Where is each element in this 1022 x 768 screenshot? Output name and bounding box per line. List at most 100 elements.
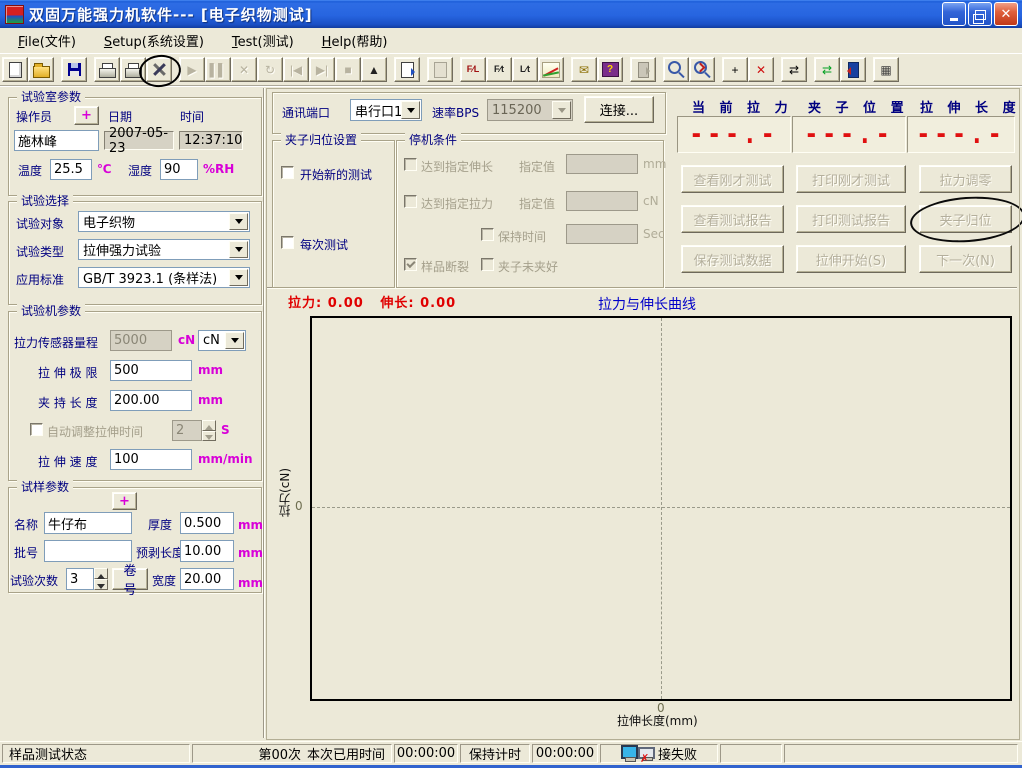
print-icon — [99, 68, 116, 78]
system-settings-button[interactable] — [146, 57, 172, 82]
sensor-unit-label: cN — [178, 333, 195, 347]
data-grid-button[interactable]: ▦ — [873, 57, 899, 82]
sample-name-label: 名称 — [14, 516, 38, 533]
transfer-button[interactable]: ⇄ — [781, 57, 807, 82]
print-preview-button[interactable] — [120, 57, 146, 82]
status-bar: 样品测试状态 第00次 本次已用时间 00:00:00 保持计时 00:00:0… — [0, 741, 1022, 765]
title-bar: 双固万能强力机软件--- [电子织物测试] ✕ — [0, 0, 1022, 28]
live-elongation-value: 伸长: 0.00 — [380, 296, 456, 311]
help-book-button[interactable]: ? — [597, 57, 623, 82]
open-file-button[interactable] — [28, 57, 54, 82]
date-label: 日期 — [108, 108, 132, 125]
humidity-input[interactable] — [160, 159, 198, 180]
exit-disabled-icon — [638, 62, 649, 78]
menu-help[interactable]: Help(帮助) — [312, 28, 398, 53]
operator-add-button[interactable]: + — [74, 106, 99, 125]
curve-force-length-button[interactable]: F∕L — [460, 57, 486, 82]
pause-test-button: ▌▌ — [205, 57, 231, 82]
stretch-speed-input[interactable] — [110, 449, 192, 470]
data-grid-icon: ▦ — [880, 64, 891, 76]
menu-setup[interactable]: Setup(系统设置) — [94, 28, 214, 53]
reset-test-button: ↻ — [257, 57, 283, 82]
test-count-label: 试验次数 — [10, 572, 58, 589]
sample-add-button[interactable]: + — [112, 492, 137, 510]
zoom-button[interactable] — [663, 57, 689, 82]
menu-file[interactable]: File(文件) — [8, 28, 86, 53]
exit-disabled-button — [630, 57, 656, 82]
zoom-extents-button[interactable] — [689, 57, 715, 82]
operator-label: 操作员 — [16, 108, 52, 125]
last-record-icon: ▶| — [316, 64, 328, 76]
chevron-down-icon[interactable] — [229, 269, 248, 286]
stretch-limit-label: 拉 伸 极 限 — [38, 364, 97, 381]
curve-force-time-button[interactable]: F∕t — [486, 57, 512, 82]
auto-adjust-unit: S — [221, 423, 230, 437]
sample-name-input[interactable] — [44, 512, 132, 534]
live-values: 拉力: 0.00 伸长: 0.00 — [288, 292, 456, 311]
curve-length-time-icon: L∕t — [520, 65, 530, 74]
width-input[interactable] — [180, 568, 234, 590]
elapsed-label: 本次已用时间 — [307, 744, 385, 763]
thickness-label: 厚度 — [148, 516, 172, 533]
group-test-selection-title: 试验选择 — [17, 193, 73, 209]
print-button[interactable] — [94, 57, 120, 82]
standard-select[interactable]: GB/T 3923.1 (条样法) — [78, 267, 250, 288]
prepeel-input[interactable] — [180, 540, 234, 562]
curve-view-button[interactable] — [538, 57, 564, 82]
thickness-input[interactable] — [180, 512, 234, 534]
first-record-icon: |◀ — [290, 64, 302, 76]
test-type-select[interactable]: 拉伸强力试验 — [78, 239, 250, 260]
test-count-status: 第00次 — [258, 744, 301, 763]
send-mail-button[interactable]: ✉ — [571, 57, 597, 82]
add-record-button[interactable]: + — [722, 57, 748, 82]
menu-test[interactable]: Test(测试) — [222, 28, 304, 53]
exit-door-button[interactable] — [840, 57, 866, 82]
chevron-down-icon[interactable] — [225, 332, 244, 349]
report-icon — [434, 62, 447, 78]
close-button[interactable]: ✕ — [994, 2, 1018, 26]
application-window: 双固万能强力机软件--- [电子织物测试] ✕ File(文件) Setup(系… — [0, 0, 1022, 768]
stop-test-icon: ■ — [344, 64, 351, 76]
clamp-up-button[interactable]: ▲ — [361, 57, 387, 82]
chevron-down-icon[interactable] — [229, 213, 248, 230]
chevron-down-icon[interactable] — [229, 241, 248, 258]
transfer-green-button[interactable]: ⇄ — [814, 57, 840, 82]
test-count-input[interactable] — [66, 568, 94, 590]
exit-door-icon — [848, 62, 859, 78]
export-data-button[interactable] — [394, 57, 420, 82]
clamp-length-input[interactable] — [110, 390, 192, 411]
temperature-label: 温度 — [18, 162, 42, 179]
operator-input[interactable] — [14, 130, 99, 151]
stop-test-button: ■ — [335, 57, 361, 82]
auto-adjust-input — [172, 420, 202, 441]
cancel-test-icon: ✕ — [239, 64, 249, 76]
width-label: 宽度 — [152, 572, 176, 589]
delete-record-button[interactable]: ✕ — [748, 57, 774, 82]
auto-adjust-checkbox[interactable] — [30, 423, 43, 436]
sensor-unit-select[interactable]: cN — [198, 330, 246, 351]
test-type-label: 试验类型 — [16, 243, 64, 260]
status-empty-cell-1 — [720, 744, 782, 763]
restore-button[interactable] — [968, 2, 992, 26]
auto-adjust-label: 自动调整拉伸时间 — [47, 423, 143, 440]
curve-length-time-button[interactable]: L∕t — [512, 57, 538, 82]
add-record-icon: + — [731, 64, 738, 76]
temperature-input[interactable] — [50, 159, 92, 180]
stretch-speed-label: 拉 伸 速 度 — [38, 453, 97, 470]
stretch-limit-input[interactable] — [110, 360, 192, 381]
save-file-button[interactable] — [61, 57, 87, 82]
stretch-limit-unit: mm — [198, 363, 223, 377]
minimize-button[interactable] — [942, 2, 966, 26]
temperature-unit: ℃ — [97, 162, 112, 176]
batch-input[interactable] — [44, 540, 132, 562]
test-object-select[interactable]: 电子织物 — [78, 211, 250, 232]
test-count-spinner[interactable] — [94, 568, 108, 590]
export-data-icon — [401, 62, 414, 78]
status-state-cell: 样品测试状态 — [2, 744, 190, 763]
new-file-icon — [9, 62, 22, 78]
thickness-unit: mm — [238, 518, 263, 532]
zoom-extents-icon — [694, 61, 707, 74]
new-file-button[interactable] — [2, 57, 28, 82]
roll-number-button[interactable]: 卷号 — [112, 568, 148, 590]
last-record-button: ▶| — [309, 57, 335, 82]
